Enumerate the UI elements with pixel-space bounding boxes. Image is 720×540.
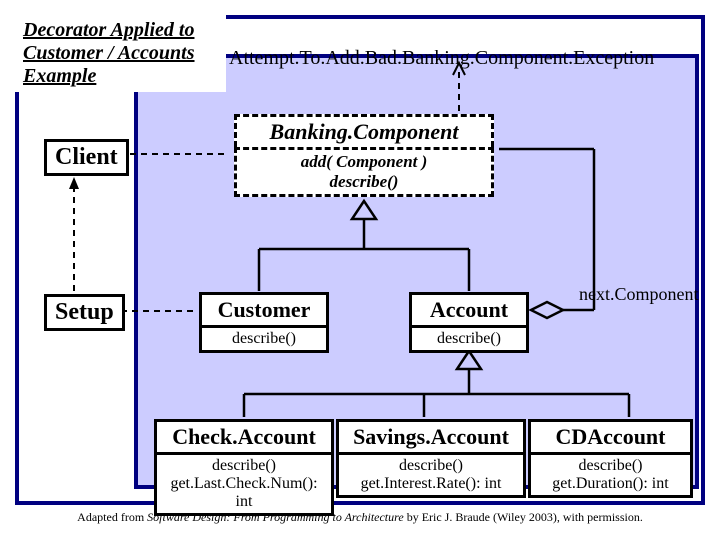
class-ops: describe() <box>409 325 529 353</box>
check-account-class: Check.Account describe() get.Last.Check.… <box>154 419 334 516</box>
attribution-prefix: Adapted from <box>77 510 147 524</box>
customer-class: Customer describe() <box>199 292 329 353</box>
attribution-suffix: by Eric J. Braude (Wiley 2003), with per… <box>404 510 643 524</box>
client-class: Client <box>44 139 129 176</box>
class-name: Check.Account <box>154 419 334 452</box>
class-ops: add( Component ) describe() <box>234 147 494 197</box>
outer-frame: Decorator Applied to Customer / Accounts… <box>15 15 705 505</box>
class-name: Savings.Account <box>336 419 526 452</box>
class-ops: describe() get.Interest.Rate(): int <box>336 452 526 498</box>
class-ops: describe() get.Last.Check.Num(): int <box>154 452 334 516</box>
class-name: Banking.Component <box>234 114 494 147</box>
class-name: Account <box>409 292 529 325</box>
setup-class: Setup <box>44 294 125 331</box>
class-name: CDAccount <box>528 419 693 452</box>
class-ops: describe() get.Duration(): int <box>528 452 693 498</box>
diagram-title: Decorator Applied to Customer / Accounts… <box>15 15 226 92</box>
cd-account-class: CDAccount describe() get.Duration(): int <box>528 419 693 498</box>
savings-account-class: Savings.Account describe() get.Interest.… <box>336 419 526 498</box>
class-ops: describe() <box>199 325 329 353</box>
next-component-label: next.Component <box>579 284 699 305</box>
exception-class: Attempt.To.Add.Bad.Banking.Component.Exc… <box>229 47 654 70</box>
attribution: Adapted from Software Design: From Progr… <box>0 510 720 525</box>
account-class: Account describe() <box>409 292 529 353</box>
banking-component-class: Banking.Component add( Component ) descr… <box>234 114 494 197</box>
class-name: Customer <box>199 292 329 325</box>
